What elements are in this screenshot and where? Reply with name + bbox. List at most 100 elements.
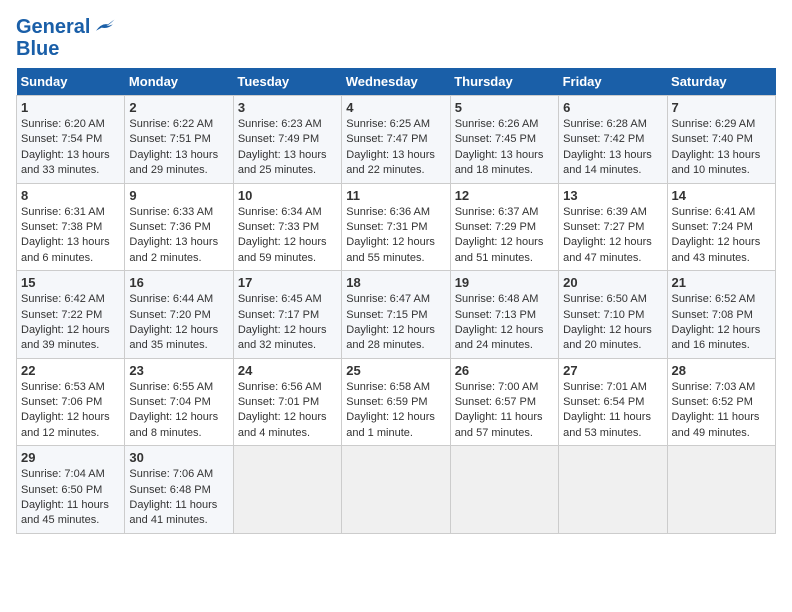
day-number: 9	[129, 188, 228, 203]
day-number: 2	[129, 100, 228, 115]
day-number: 26	[455, 363, 554, 378]
day-info: Sunrise: 6:39 AM Sunset: 7:27 PM Dayligh…	[563, 205, 662, 267]
day-number: 30	[129, 450, 228, 465]
calendar-table: SundayMondayTuesdayWednesdayThursdayFrid…	[16, 68, 776, 534]
calendar-cell: 26 Sunrise: 7:00 AM Sunset: 6:57 PM Dayli…	[450, 358, 558, 446]
day-number: 11	[346, 188, 445, 203]
day-info: Sunrise: 6:28 AM Sunset: 7:42 PM Dayligh…	[563, 117, 662, 179]
calendar-cell: 13 Sunrise: 6:39 AM Sunset: 7:27 PM Dayli…	[559, 183, 667, 271]
day-number: 20	[563, 275, 662, 290]
day-info: Sunrise: 6:52 AM Sunset: 7:08 PM Dayligh…	[672, 292, 771, 354]
weekday-header-thursday: Thursday	[450, 68, 558, 96]
day-info: Sunrise: 6:53 AM Sunset: 7:06 PM Dayligh…	[21, 380, 120, 442]
day-number: 27	[563, 363, 662, 378]
page-header: General Blue	[16, 16, 776, 60]
calendar-cell: 24Sunrise: 6:56 AM Sunset: 7:01 PM Dayli…	[233, 358, 341, 446]
day-number: 3	[238, 100, 337, 115]
day-number: 12	[455, 188, 554, 203]
calendar-week-5: 29 Sunrise: 7:04 AM Sunset: 6:50 PM Dayli…	[17, 446, 776, 534]
day-info: Sunrise: 6:23 AM Sunset: 7:49 PM Dayligh…	[238, 117, 337, 179]
calendar-cell: 30 Sunrise: 7:06 AM Sunset: 6:48 PM Dayli…	[125, 446, 233, 534]
day-info: Sunrise: 6:58 AM Sunset: 6:59 PM Dayligh…	[346, 380, 445, 442]
calendar-cell: 11 Sunrise: 6:36 AM Sunset: 7:31 PM Dayli…	[342, 183, 450, 271]
day-number: 24	[238, 363, 337, 378]
day-info: Sunrise: 6:20 AM Sunset: 7:54 PM Dayligh…	[21, 117, 120, 179]
calendar-cell: 17 Sunrise: 6:45 AM Sunset: 7:17 PM Dayli…	[233, 271, 341, 359]
calendar-cell: 10 Sunrise: 6:34 AM Sunset: 7:33 PM Dayli…	[233, 183, 341, 271]
weekday-header-friday: Friday	[559, 68, 667, 96]
day-info: Sunrise: 6:48 AM Sunset: 7:13 PM Dayligh…	[455, 292, 554, 354]
day-number: 22	[21, 363, 120, 378]
day-number: 13	[563, 188, 662, 203]
calendar-cell: 2 Sunrise: 6:22 AM Sunset: 7:51 PM Daylig…	[125, 96, 233, 184]
weekday-header-row: SundayMondayTuesdayWednesdayThursdayFrid…	[17, 68, 776, 96]
calendar-cell: 25 Sunrise: 6:58 AM Sunset: 6:59 PM Dayli…	[342, 358, 450, 446]
calendar-cell: 19 Sunrise: 6:48 AM Sunset: 7:13 PM Dayli…	[450, 271, 558, 359]
day-info: Sunrise: 6:25 AM Sunset: 7:47 PM Dayligh…	[346, 117, 445, 179]
calendar-cell: 21 Sunrise: 6:52 AM Sunset: 7:08 PM Dayli…	[667, 271, 775, 359]
day-info: Sunrise: 6:29 AM Sunset: 7:40 PM Dayligh…	[672, 117, 771, 179]
calendar-cell: 7 Sunrise: 6:29 AM Sunset: 7:40 PM Daylig…	[667, 96, 775, 184]
day-number: 29	[21, 450, 120, 465]
day-info: Sunrise: 6:47 AM Sunset: 7:15 PM Dayligh…	[346, 292, 445, 354]
calendar-cell: 16 Sunrise: 6:44 AM Sunset: 7:20 PM Dayli…	[125, 271, 233, 359]
day-number: 21	[672, 275, 771, 290]
weekday-header-saturday: Saturday	[667, 68, 775, 96]
day-number: 10	[238, 188, 337, 203]
day-info: Sunrise: 6:41 AM Sunset: 7:24 PM Dayligh…	[672, 205, 771, 267]
day-number: 19	[455, 275, 554, 290]
calendar-cell	[233, 446, 341, 534]
day-info: Sunrise: 6:44 AM Sunset: 7:20 PM Dayligh…	[129, 292, 228, 354]
calendar-cell: 9 Sunrise: 6:33 AM Sunset: 7:36 PM Daylig…	[125, 183, 233, 271]
day-number: 23	[129, 363, 228, 378]
calendar-cell: 20Sunrise: 6:50 AM Sunset: 7:10 PM Dayli…	[559, 271, 667, 359]
day-info: Sunrise: 7:00 AM Sunset: 6:57 PM Dayligh…	[455, 380, 554, 442]
calendar-cell: 4Sunrise: 6:25 AM Sunset: 7:47 PM Daylig…	[342, 96, 450, 184]
day-info: Sunrise: 7:01 AM Sunset: 6:54 PM Dayligh…	[563, 380, 662, 442]
logo-blue-text: Blue	[16, 38, 116, 60]
day-number: 17	[238, 275, 337, 290]
calendar-cell: 22 Sunrise: 6:53 AM Sunset: 7:06 PM Dayli…	[17, 358, 125, 446]
calendar-cell: 12Sunrise: 6:37 AM Sunset: 7:29 PM Dayli…	[450, 183, 558, 271]
calendar-cell: 23 Sunrise: 6:55 AM Sunset: 7:04 PM Dayli…	[125, 358, 233, 446]
calendar-cell: 3 Sunrise: 6:23 AM Sunset: 7:49 PM Daylig…	[233, 96, 341, 184]
day-number: 1	[21, 100, 120, 115]
day-number: 5	[455, 100, 554, 115]
calendar-cell: 1 Sunrise: 6:20 AM Sunset: 7:54 PM Daylig…	[17, 96, 125, 184]
day-number: 16	[129, 275, 228, 290]
day-number: 7	[672, 100, 771, 115]
day-info: Sunrise: 6:34 AM Sunset: 7:33 PM Dayligh…	[238, 205, 337, 267]
logo-bird-icon	[92, 14, 116, 38]
day-info: Sunrise: 6:22 AM Sunset: 7:51 PM Dayligh…	[129, 117, 228, 179]
calendar-cell	[342, 446, 450, 534]
weekday-header-wednesday: Wednesday	[342, 68, 450, 96]
day-info: Sunrise: 7:06 AM Sunset: 6:48 PM Dayligh…	[129, 467, 228, 529]
day-info: Sunrise: 6:31 AM Sunset: 7:38 PM Dayligh…	[21, 205, 120, 267]
day-number: 25	[346, 363, 445, 378]
calendar-cell: 15Sunrise: 6:42 AM Sunset: 7:22 PM Dayli…	[17, 271, 125, 359]
calendar-week-4: 22 Sunrise: 6:53 AM Sunset: 7:06 PM Dayli…	[17, 358, 776, 446]
weekday-header-monday: Monday	[125, 68, 233, 96]
day-info: Sunrise: 7:03 AM Sunset: 6:52 PM Dayligh…	[672, 380, 771, 442]
day-info: Sunrise: 7:04 AM Sunset: 6:50 PM Dayligh…	[21, 467, 120, 529]
calendar-week-2: 8 Sunrise: 6:31 AM Sunset: 7:38 PM Daylig…	[17, 183, 776, 271]
calendar-cell: 5 Sunrise: 6:26 AM Sunset: 7:45 PM Daylig…	[450, 96, 558, 184]
calendar-cell: 27 Sunrise: 7:01 AM Sunset: 6:54 PM Dayli…	[559, 358, 667, 446]
day-info: Sunrise: 6:33 AM Sunset: 7:36 PM Dayligh…	[129, 205, 228, 267]
day-info: Sunrise: 6:36 AM Sunset: 7:31 PM Dayligh…	[346, 205, 445, 267]
day-info: Sunrise: 6:26 AM Sunset: 7:45 PM Dayligh…	[455, 117, 554, 179]
day-info: Sunrise: 6:55 AM Sunset: 7:04 PM Dayligh…	[129, 380, 228, 442]
day-number: 6	[563, 100, 662, 115]
calendar-week-1: 1 Sunrise: 6:20 AM Sunset: 7:54 PM Daylig…	[17, 96, 776, 184]
calendar-week-3: 15Sunrise: 6:42 AM Sunset: 7:22 PM Dayli…	[17, 271, 776, 359]
day-info: Sunrise: 6:42 AM Sunset: 7:22 PM Dayligh…	[21, 292, 120, 354]
day-info: Sunrise: 6:45 AM Sunset: 7:17 PM Dayligh…	[238, 292, 337, 354]
calendar-cell: 18Sunrise: 6:47 AM Sunset: 7:15 PM Dayli…	[342, 271, 450, 359]
calendar-cell: 28 Sunrise: 7:03 AM Sunset: 6:52 PM Dayli…	[667, 358, 775, 446]
calendar-cell	[667, 446, 775, 534]
day-number: 28	[672, 363, 771, 378]
logo: General Blue	[16, 16, 116, 60]
weekday-header-sunday: Sunday	[17, 68, 125, 96]
calendar-cell	[450, 446, 558, 534]
day-number: 8	[21, 188, 120, 203]
